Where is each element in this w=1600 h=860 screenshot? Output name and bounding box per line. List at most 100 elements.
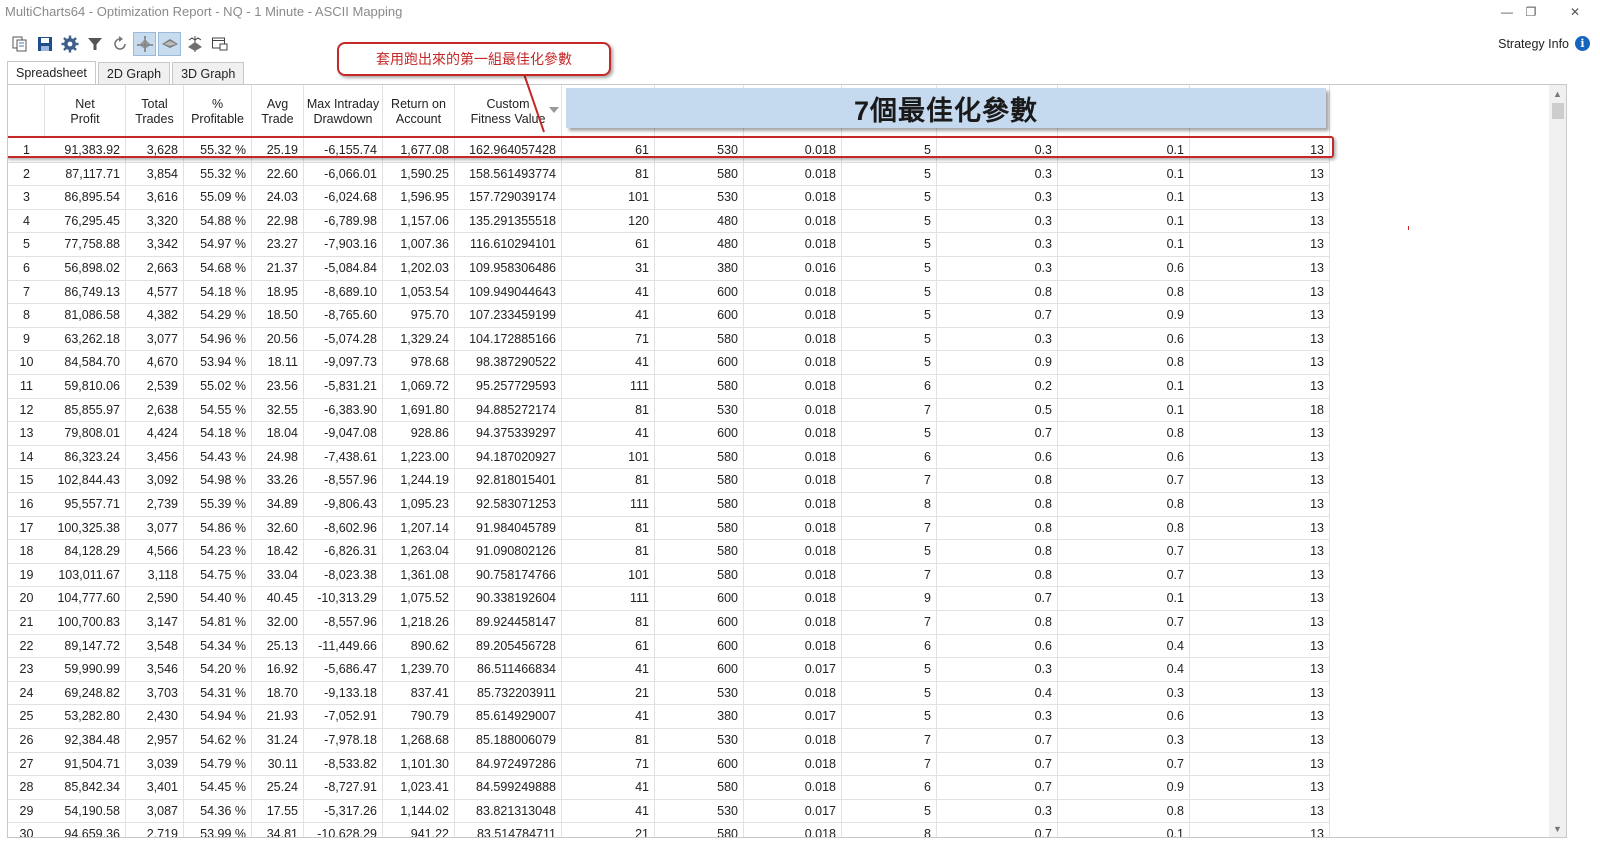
cell-total-trades: 2,590: [126, 587, 184, 611]
cell-param-7: 13: [1190, 563, 1330, 588]
restore-button[interactable]: ❐: [1508, 0, 1554, 24]
cell-fitness-value: 84.972497286: [455, 752, 562, 777]
cell-param-1: 111: [562, 587, 655, 611]
table-row[interactable]: 10 84,584.70 4,670 53.94 % 18.11 -9,097.73 978…: [8, 351, 1330, 375]
table-row[interactable]: 16 95,557.71 2,739 55.39 % 34.89 -9,806.43 1,0…: [8, 493, 1330, 517]
cell-fitness-value: 86.511466834: [455, 658, 562, 682]
cell-param-1: 71: [562, 752, 655, 777]
new-window-button[interactable]: [208, 32, 231, 56]
cell-avg-trade: 31.24: [252, 729, 304, 753]
column-header-avg-trade[interactable]: Avg Trade: [252, 85, 304, 139]
column-header-max-drawdown[interactable]: Max Intraday Drawdown: [304, 85, 383, 139]
cell-fitness-value: 85.614929007: [455, 705, 562, 729]
table-row[interactable]: 28 85,842.34 3,401 54.45 % 25.24 -8,727.91 1,0…: [8, 776, 1330, 800]
cell-param-3: 0.018: [744, 327, 842, 352]
column-header-net-profit[interactable]: Net Profit: [45, 85, 126, 139]
table-row[interactable]: 29 54,190.58 3,087 54.36 % 17.55 -5,317.26 1,1…: [8, 799, 1330, 824]
column-header-return-on-account[interactable]: Return on Account: [383, 85, 455, 139]
cell-avg-trade: 25.24: [252, 776, 304, 800]
cell-param-4: 5: [842, 658, 937, 682]
table-row[interactable]: 4 76,295.45 3,320 54.88 % 22.98 -6,789.98 1,15…: [8, 209, 1330, 234]
table-row[interactable]: 27 91,504.71 3,039 54.79 % 30.11 -8,533.82 1,1…: [8, 752, 1330, 777]
table-row[interactable]: 17 100,325.38 3,077 54.86 % 32.60 -8,602.96 1,…: [8, 516, 1330, 541]
cell-param-3: 0.018: [744, 729, 842, 753]
cell-avg-trade: 21.93: [252, 705, 304, 729]
cell-avg-trade: 33.04: [252, 563, 304, 588]
close-button[interactable]: ✕: [1552, 0, 1598, 24]
cell-param-3: 0.018: [744, 823, 842, 837]
cell-param-2: 530: [655, 186, 744, 210]
cell-total-trades: 3,854: [126, 162, 184, 187]
table-row[interactable]: 21 100,700.83 3,147 54.81 % 32.00 -8,557.96 1,…: [8, 611, 1330, 635]
cell-param-3: 0.018: [744, 398, 842, 423]
tab-3d-graph[interactable]: 3D Graph: [172, 62, 245, 85]
cell-total-trades: 3,703: [126, 681, 184, 706]
copy-icon: [12, 36, 26, 52]
graph-3d-button[interactable]: [158, 32, 181, 56]
optimize-button[interactable]: [183, 32, 206, 56]
cell-param-5: 0.6: [937, 634, 1058, 659]
table-row[interactable]: 3 86,895.54 3,616 55.09 % 24.03 -6,024.68 1,59…: [8, 186, 1330, 210]
scroll-up-icon[interactable]: ▲: [1549, 85, 1566, 102]
cell-param-6: 0.6: [1058, 705, 1190, 729]
table-row[interactable]: 9 63,262.18 3,077 54.96 % 20.56 -5,074.28 1,32…: [8, 327, 1330, 352]
table-row[interactable]: 11 59,810.06 2,539 55.02 % 23.56 -5,831.21 1,0…: [8, 375, 1330, 399]
table-row[interactable]: 15 102,844.43 3,092 54.98 % 33.26 -8,557.96 1,…: [8, 469, 1330, 493]
table-row[interactable]: 20 104,777.60 2,590 54.40 % 40.45 -10,313.29 1…: [8, 587, 1330, 611]
table-row[interactable]: 1 91,383.92 3,628 55.32 % 25.19 -6,155.74 1,67…: [8, 139, 1330, 163]
table-row[interactable]: 25 53,282.80 2,430 54.94 % 21.93 -7,052.91 790…: [8, 705, 1330, 729]
cell-param-7: 13: [1190, 139, 1330, 163]
sort-arrow-icon[interactable]: [549, 107, 559, 113]
table-row[interactable]: 8 81,086.58 4,382 54.29 % 18.50 -8,765.60 975.…: [8, 304, 1330, 328]
table-row[interactable]: 7 86,749.13 4,577 54.18 % 18.95 -8,689.10 1,05…: [8, 280, 1330, 305]
settings-button[interactable]: [58, 32, 81, 56]
refresh-button[interactable]: [108, 32, 131, 56]
scroll-down-icon[interactable]: ▼: [1549, 820, 1566, 837]
table-row[interactable]: 19 103,011.67 3,118 54.75 % 33.04 -8,023.38 1,…: [8, 563, 1330, 588]
cell-param-5: 0.3: [937, 705, 1058, 729]
tab-2d-graph[interactable]: 2D Graph: [97, 62, 171, 85]
cell-param-3: 0.018: [744, 611, 842, 635]
filter-button[interactable]: [83, 32, 106, 56]
cell-row-index: 29: [8, 800, 45, 824]
table-row[interactable]: 24 69,248.82 3,703 54.31 % 18.70 -9,133.18 837…: [8, 681, 1330, 706]
cell-param-2: 530: [655, 799, 744, 824]
cell-param-7: 13: [1190, 186, 1330, 210]
table-row[interactable]: 5 77,758.88 3,342 54.97 % 23.27 -7,903.16 1,00…: [8, 233, 1330, 257]
table-row[interactable]: 13 79,808.01 4,424 54.18 % 18.04 -9,047.08 928…: [8, 422, 1330, 446]
column-header-row-index[interactable]: [8, 85, 45, 139]
cell-param-1: 101: [562, 563, 655, 588]
table-row[interactable]: 26 92,384.48 2,957 54.62 % 31.24 -7,978.18 1,2…: [8, 729, 1330, 753]
table-row[interactable]: 12 85,855.97 2,638 54.55 % 32.55 -6,383.90 1,6…: [8, 398, 1330, 423]
table-row[interactable]: 23 59,990.99 3,546 54.20 % 16.92 -5,686.47 1,2…: [8, 658, 1330, 682]
cell-param-6: 0.8: [1058, 280, 1190, 305]
cell-param-4: 5: [842, 422, 937, 446]
cell-return-on-account: 1,223.00: [383, 445, 455, 470]
cell-row-index: 21: [8, 611, 45, 635]
tab-spreadsheet[interactable]: Spreadsheet: [7, 61, 96, 86]
column-header-percent-profitable[interactable]: % Profitable: [184, 85, 252, 139]
cell-param-6: 0.6: [1058, 257, 1190, 281]
vertical-scrollbar[interactable]: ▲ ▼: [1549, 85, 1566, 837]
cell-param-2: 580: [655, 563, 744, 588]
copy-button[interactable]: [8, 32, 31, 56]
scroll-thumb[interactable]: [1552, 103, 1564, 119]
cell-percent-profitable: 54.29 %: [184, 304, 252, 328]
cell-fitness-value: 89.924458147: [455, 611, 562, 635]
table-row[interactable]: 22 89,147.72 3,548 54.34 % 25.13 -11,449.66 89…: [8, 634, 1330, 659]
cell-avg-trade: 20.56: [252, 327, 304, 352]
table-row[interactable]: 6 56,898.02 2,663 54.68 % 21.37 -5,084.84 1,20…: [8, 257, 1330, 281]
strategy-info-link[interactable]: Strategy Info i: [1498, 36, 1590, 51]
table-row[interactable]: 30 94,659.36 2,719 53.99 % 34.81 -10,628.29 94…: [8, 823, 1330, 837]
cell-param-1: 31: [562, 257, 655, 281]
table-row[interactable]: 18 84,128.29 4,566 54.23 % 18.42 -6,826.31 1,2…: [8, 540, 1330, 564]
cell-total-trades: 2,430: [126, 705, 184, 729]
graph-2d-button[interactable]: [133, 32, 156, 56]
cell-fitness-value: 116.610294101: [455, 233, 562, 257]
save-button[interactable]: [33, 32, 56, 56]
cell-param-3: 0.018: [744, 540, 842, 564]
table-row[interactable]: 2 87,117.71 3,854 55.32 % 22.60 -6,066.01 1,59…: [8, 162, 1330, 187]
table-row[interactable]: 14 86,323.24 3,456 54.43 % 24.98 -7,438.61 1,2…: [8, 445, 1330, 470]
cell-param-4: 7: [842, 563, 937, 588]
column-header-total-trades[interactable]: Total Trades: [126, 85, 184, 139]
